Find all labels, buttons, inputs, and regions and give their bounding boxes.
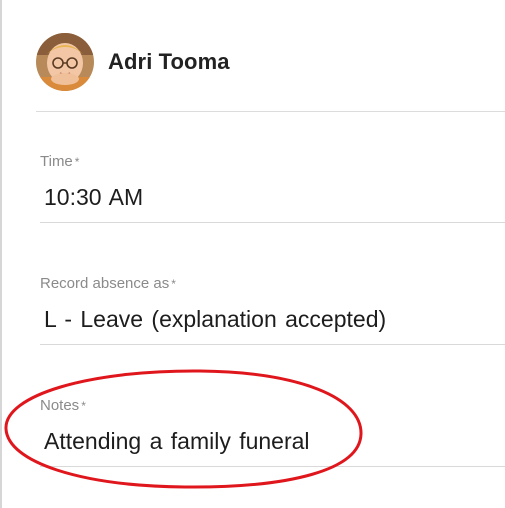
record-absence-label: Record absence as * <box>40 275 505 293</box>
record-absence-label-text: Record absence as <box>40 275 170 292</box>
time-value[interactable]: 10:30 AM <box>44 183 505 211</box>
record-absence-underline <box>40 344 505 345</box>
notes-underline <box>40 466 505 467</box>
student-photo-avatar-icon <box>36 33 94 91</box>
time-required-marker: * <box>74 155 80 169</box>
time-label: Time * <box>40 153 505 171</box>
notes-label: Notes * <box>40 397 505 415</box>
notes-label-text: Notes <box>40 397 80 414</box>
panel-left-border <box>0 0 2 508</box>
header-divider <box>36 111 505 112</box>
time-underline <box>40 222 505 223</box>
time-label-text: Time <box>40 153 73 170</box>
record-absence-required-marker: * <box>171 277 176 291</box>
record-absence-value[interactable]: L - Leave (explanation accepted) <box>44 305 505 333</box>
time-field[interactable]: Time * 10:30 AM <box>40 153 505 223</box>
record-absence-field[interactable]: Record absence as * L - Leave (explanatio… <box>40 275 505 345</box>
student-name: Adri Tooma <box>108 49 230 74</box>
notes-field[interactable]: Notes * Attending a family funeral <box>40 397 505 467</box>
notes-value[interactable]: Attending a family funeral <box>44 427 505 455</box>
student-avatar <box>36 33 94 91</box>
notes-required-marker: * <box>81 399 86 413</box>
student-header: Adri Tooma <box>36 32 230 92</box>
